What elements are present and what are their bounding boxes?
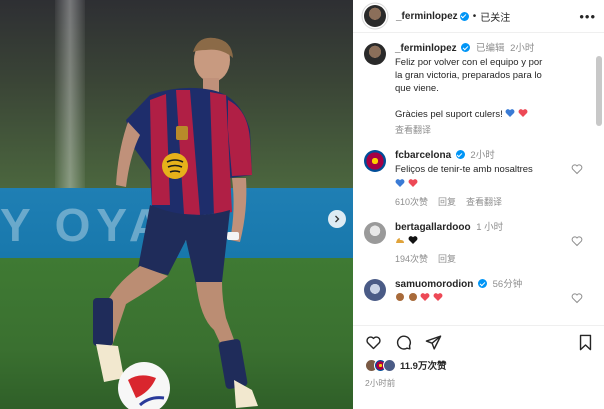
commenter-avatar[interactable]	[364, 279, 386, 301]
post-header: _ferminlopez • 已关注 •••	[353, 0, 604, 33]
commenter-avatar[interactable]	[364, 150, 386, 172]
red-heart-icon	[518, 109, 528, 117]
comments-scrollbar[interactable]	[596, 56, 602, 126]
comment-text: Feliços de tenir-te amb nosaltres	[395, 164, 533, 175]
caption-line: que viene.	[395, 83, 439, 94]
reply-button[interactable]: 回复	[438, 253, 456, 266]
caption-line: la gran victoria, preparados para lo	[395, 70, 542, 81]
see-translation-link[interactable]: 查看翻译	[466, 196, 502, 209]
verified-badge-icon	[455, 150, 465, 159]
likes-count[interactable]: 11.9万次赞	[400, 358, 446, 372]
caption: _ferminlopez 已编辑 2小时 Feliz por volver co…	[353, 34, 593, 137]
share-send-icon[interactable]	[425, 334, 442, 351]
likes-summary[interactable]: 11.9万次赞	[353, 351, 604, 372]
verified-badge-icon	[461, 43, 471, 52]
football-player-illustration	[93, 37, 258, 409]
comment-time: 56分钟	[492, 279, 523, 290]
blue-heart-icon	[505, 109, 515, 117]
post-side-panel: _ferminlopez • 已关注 ••• _ferminlopez 已编辑 …	[353, 0, 604, 409]
red-heart-icon	[420, 293, 430, 301]
commenter-avatar[interactable]	[364, 222, 386, 244]
clapping-hands-icon	[396, 293, 404, 301]
caption-line: Gràcies pel suport culers!	[395, 109, 503, 120]
heart-outline-icon[interactable]	[571, 235, 583, 247]
more-options-icon[interactable]: •••	[579, 9, 596, 24]
separator-dot: •	[472, 10, 477, 22]
following-button[interactable]: 已关注	[480, 9, 510, 24]
clapping-hands-icon	[408, 293, 417, 301]
author-avatar[interactable]	[364, 5, 386, 27]
commenter-username[interactable]: bertagallardooo	[395, 222, 471, 233]
comment-likes[interactable]: 194次赞	[395, 253, 428, 266]
comment-likes[interactable]: 610次赞	[395, 196, 428, 209]
comment-item: bertagallardooo 1 小时 194次赞 回复	[353, 209, 593, 266]
heart-outline-icon[interactable]	[571, 163, 583, 175]
chevron-right-icon	[335, 215, 340, 223]
author-username[interactable]: _ferminlopez	[396, 11, 458, 22]
bookmark-icon[interactable]	[578, 334, 593, 351]
blue-heart-icon	[395, 179, 405, 187]
heart-outline-icon[interactable]	[571, 292, 583, 304]
caption-author[interactable]: _ferminlopez	[395, 43, 457, 54]
red-heart-icon	[433, 293, 443, 301]
caption-line: Feliz por volver con el equipo y por	[395, 57, 543, 68]
caption-time: 2小时	[510, 43, 535, 54]
author-avatar-small[interactable]	[364, 43, 386, 65]
comment-time: 2小时	[470, 150, 495, 161]
comment-item: fcbarcelona 2小时 Feliços de tenir-te amb …	[353, 137, 593, 209]
red-heart-icon	[408, 179, 418, 187]
black-heart-icon	[408, 236, 418, 244]
next-image-button[interactable]	[328, 210, 346, 228]
commenter-username[interactable]: fcbarcelona	[395, 150, 451, 161]
see-translation-link[interactable]: 查看翻译	[395, 124, 583, 137]
comment-time: 1 小时	[476, 222, 504, 233]
liker-avatar	[383, 358, 396, 372]
edited-label: 已编辑	[475, 43, 505, 54]
verified-badge-icon	[459, 11, 469, 21]
comment-bubble-icon[interactable]	[395, 334, 412, 351]
flexed-biceps-icon	[396, 238, 404, 243]
verified-badge-icon	[477, 279, 487, 288]
comment-item: samuomorodion 56分钟	[353, 266, 593, 305]
post-time: 2小时前	[365, 378, 396, 388]
post-actions-footer: 11.9万次赞 2小时前	[353, 325, 604, 409]
like-heart-icon[interactable]	[365, 334, 382, 351]
reply-button[interactable]: 回复	[438, 196, 456, 209]
commenter-username[interactable]: samuomorodion	[395, 279, 473, 290]
post-photo: Y OYA A	[0, 0, 353, 409]
comments-list[interactable]: _ferminlopez 已编辑 2小时 Feliz por volver co…	[353, 34, 593, 324]
